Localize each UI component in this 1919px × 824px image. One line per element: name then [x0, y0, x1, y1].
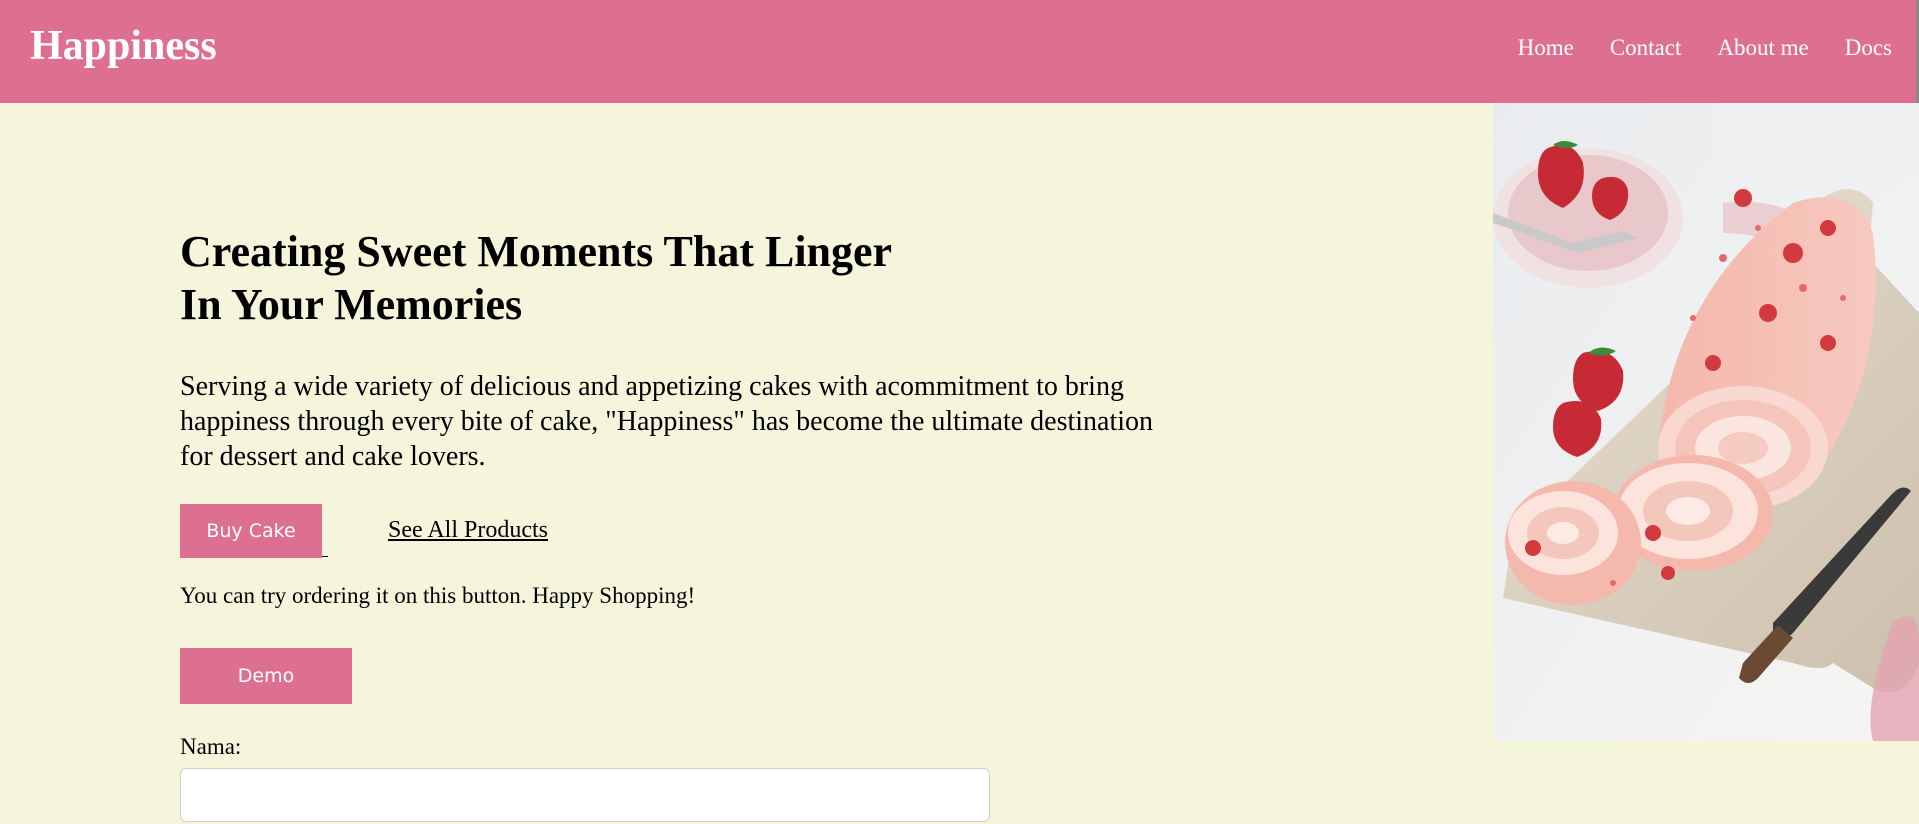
- nav-contact-link[interactable]: Contact: [1610, 35, 1682, 61]
- buy-cake-button[interactable]: Buy Cake: [180, 504, 322, 558]
- nav-docs-link[interactable]: Docs: [1845, 35, 1892, 61]
- hero-headline: Creating Sweet Moments That Linger In Yo…: [180, 225, 1080, 331]
- description-line-1: Serving a wide variety of delicious and …: [180, 371, 1124, 402]
- headline-line-2: In Your Memories: [180, 280, 523, 329]
- nav-about-link[interactable]: About me: [1717, 35, 1808, 61]
- headline-line-1: Creating Sweet Moments That Linger: [180, 227, 893, 276]
- order-hint-text: You can try ordering it on this button. …: [180, 583, 696, 608]
- top-header: Happiness Home Contact About me Docs: [0, 0, 1919, 374]
- nav-home-link[interactable]: Home: [1518, 35, 1574, 61]
- description-line-2: happiness through every bite of cake, "H…: [180, 406, 1154, 437]
- strawberry-roll-cake-icon: [1493, 103, 1919, 741]
- hero-description: Serving a wide variety of delicious and …: [180, 369, 1240, 474]
- cake-roll-image: [1493, 103, 1919, 741]
- name-field-label: Nama:: [180, 734, 242, 759]
- name-input[interactable]: [180, 768, 990, 822]
- buy-link-underline: [322, 556, 328, 557]
- see-all-products-link[interactable]: See All Products: [388, 517, 548, 544]
- description-line-3: for dessert and cake lovers.: [180, 441, 486, 472]
- main-nav: Home Contact About me Docs: [1518, 35, 1892, 61]
- demo-button[interactable]: Demo: [180, 648, 352, 704]
- brand-logo[interactable]: Happiness: [30, 22, 217, 70]
